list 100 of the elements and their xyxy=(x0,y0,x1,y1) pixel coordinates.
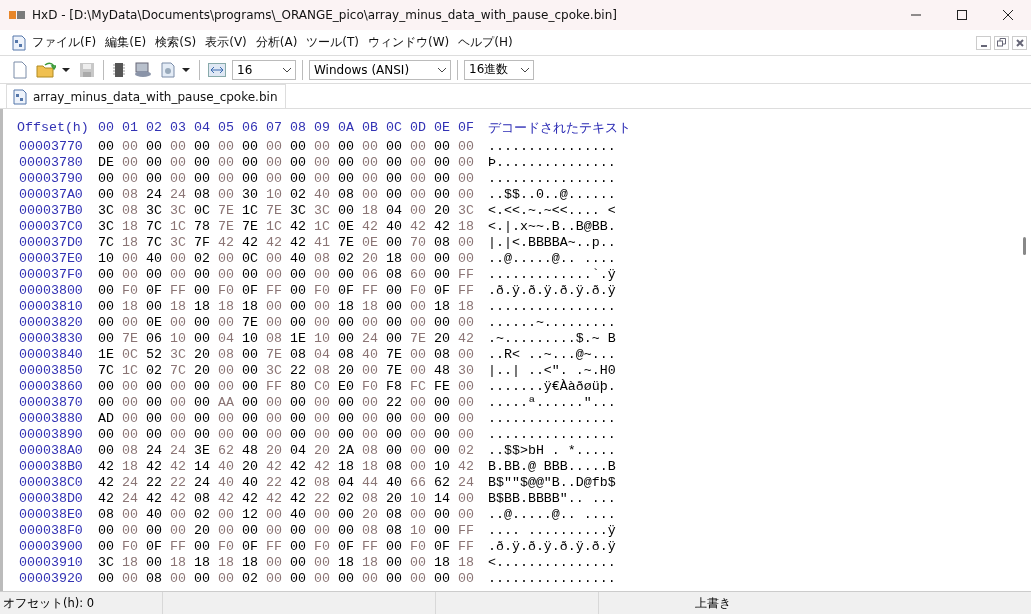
decoded-text[interactable]: ..@.....@.. .... xyxy=(488,507,616,523)
hex-byte[interactable]: 40 xyxy=(290,507,314,523)
hex-byte[interactable]: 3C xyxy=(266,363,290,379)
hex-byte[interactable]: 00 xyxy=(98,427,122,443)
hex-byte[interactable]: 02 xyxy=(458,443,482,459)
hex-byte[interactable]: 00 xyxy=(122,267,146,283)
hex-byte[interactable]: 04 xyxy=(314,347,338,363)
hex-byte[interactable]: 0F xyxy=(338,283,362,299)
hex-byte[interactable]: 0F xyxy=(434,539,458,555)
hex-byte[interactable]: 00 xyxy=(362,187,386,203)
hex-byte[interactable]: 00 xyxy=(386,187,410,203)
hex-byte[interactable]: 00 xyxy=(98,171,122,187)
hex-byte[interactable]: 00 xyxy=(314,299,338,315)
hex-byte[interactable]: 00 xyxy=(122,411,146,427)
hex-byte[interactable]: 00 xyxy=(458,427,482,443)
hex-byte[interactable]: 18 xyxy=(362,203,386,219)
hex-byte[interactable]: 42 xyxy=(98,475,122,491)
hex-byte[interactable]: 00 xyxy=(410,443,434,459)
hex-byte[interactable]: 24 xyxy=(170,443,194,459)
hex-byte[interactable]: 00 xyxy=(290,155,314,171)
hex-byte[interactable]: 00 xyxy=(170,395,194,411)
hex-byte[interactable]: 42 xyxy=(290,235,314,251)
hex-byte[interactable]: F0 xyxy=(122,539,146,555)
hex-byte[interactable]: 00 xyxy=(386,411,410,427)
hex-byte[interactable]: 04 xyxy=(338,475,362,491)
hex-byte[interactable]: 00 xyxy=(266,395,290,411)
hex-byte[interactable]: 00 xyxy=(266,507,290,523)
hex-byte[interactable]: 20 xyxy=(266,443,290,459)
hex-byte[interactable]: 00 xyxy=(146,555,170,571)
hex-byte[interactable]: 3C xyxy=(458,203,482,219)
hex-byte[interactable]: 00 xyxy=(410,395,434,411)
hex-byte[interactable]: F0 xyxy=(218,283,242,299)
hex-byte[interactable]: 00 xyxy=(338,139,362,155)
hex-byte[interactable]: 08 xyxy=(218,347,242,363)
hex-byte[interactable]: 78 xyxy=(194,219,218,235)
hex-byte[interactable]: 00 xyxy=(458,395,482,411)
hex-byte[interactable]: 3C xyxy=(290,203,314,219)
hex-byte[interactable]: 00 xyxy=(410,411,434,427)
hex-byte[interactable]: 42 xyxy=(146,491,170,507)
hex-byte[interactable]: 00 xyxy=(242,523,266,539)
hex-byte[interactable]: 44 xyxy=(362,475,386,491)
hex-byte[interactable]: 08 xyxy=(362,523,386,539)
hex-byte[interactable]: 00 xyxy=(410,459,434,475)
hex-byte[interactable]: 18 xyxy=(218,299,242,315)
hex-byte[interactable]: 7E xyxy=(386,347,410,363)
hex-byte[interactable]: 00 xyxy=(410,139,434,155)
hex-byte[interactable]: 00 xyxy=(434,187,458,203)
hex-byte[interactable]: 00 xyxy=(434,507,458,523)
hex-byte[interactable]: 20 xyxy=(338,363,362,379)
hex-byte[interactable]: 00 xyxy=(170,571,194,587)
hex-byte[interactable]: FF xyxy=(362,539,386,555)
hex-byte[interactable]: 80 xyxy=(290,379,314,395)
hex-byte[interactable]: 00 xyxy=(362,363,386,379)
hex-byte[interactable]: 08 xyxy=(194,491,218,507)
decoded-text[interactable]: .......ÿ€Ààðøüþ. xyxy=(488,379,616,395)
hex-byte[interactable]: 7E xyxy=(122,331,146,347)
hex-byte[interactable]: 20 xyxy=(194,523,218,539)
hex-byte[interactable]: 00 xyxy=(98,187,122,203)
hex-byte[interactable]: 00 xyxy=(170,267,194,283)
hex-byte[interactable]: 00 xyxy=(242,411,266,427)
menu-item[interactable]: ツール(T) xyxy=(306,34,360,51)
hex-byte[interactable]: 00 xyxy=(410,187,434,203)
hex-byte[interactable]: 0F xyxy=(242,283,266,299)
hex-byte[interactable]: 00 xyxy=(146,299,170,315)
hex-byte[interactable]: 10 xyxy=(410,491,434,507)
hex-byte[interactable]: 00 xyxy=(146,139,170,155)
hex-byte[interactable]: 06 xyxy=(146,331,170,347)
hex-byte[interactable]: 00 xyxy=(218,139,242,155)
decoded-text[interactable]: ......~......... xyxy=(488,315,616,331)
hex-byte[interactable]: 00 xyxy=(266,155,290,171)
hex-byte[interactable]: F0 xyxy=(314,539,338,555)
hex-byte[interactable]: 00 xyxy=(338,331,362,347)
hex-byte[interactable]: 00 xyxy=(314,171,338,187)
hex-byte[interactable]: 00 xyxy=(218,251,242,267)
hex-byte[interactable]: 00 xyxy=(458,491,482,507)
hex-byte[interactable]: 00 xyxy=(98,139,122,155)
hex-byte[interactable]: 3C xyxy=(98,555,122,571)
hex-byte[interactable]: 18 xyxy=(242,555,266,571)
hex-byte[interactable]: 7E xyxy=(218,203,242,219)
hex-byte[interactable]: FF xyxy=(170,539,194,555)
hex-byte[interactable]: 00 xyxy=(314,267,338,283)
decoded-text[interactable]: |.|<.BBBBA~..p.. xyxy=(488,235,616,251)
hex-byte[interactable]: 00 xyxy=(194,267,218,283)
hex-byte[interactable]: 00 xyxy=(410,347,434,363)
hex-byte[interactable]: 00 xyxy=(314,411,338,427)
hex-byte[interactable]: 08 xyxy=(314,475,338,491)
hex-byte[interactable]: 00 xyxy=(98,299,122,315)
hex-byte[interactable]: C0 xyxy=(314,379,338,395)
hex-byte[interactable]: 00 xyxy=(410,315,434,331)
hex-byte[interactable]: 00 xyxy=(458,379,482,395)
hex-byte[interactable]: 00 xyxy=(362,427,386,443)
hex-byte[interactable]: 00 xyxy=(434,523,458,539)
hex-byte[interactable]: 00 xyxy=(434,571,458,587)
hex-byte[interactable]: 00 xyxy=(458,411,482,427)
hex-byte[interactable]: 00 xyxy=(194,139,218,155)
hex-byte[interactable]: 3C xyxy=(170,203,194,219)
hex-byte[interactable]: 08 xyxy=(122,187,146,203)
hex-byte[interactable]: 00 xyxy=(170,379,194,395)
hex-byte[interactable]: 18 xyxy=(338,299,362,315)
hex-byte[interactable]: 00 xyxy=(362,139,386,155)
